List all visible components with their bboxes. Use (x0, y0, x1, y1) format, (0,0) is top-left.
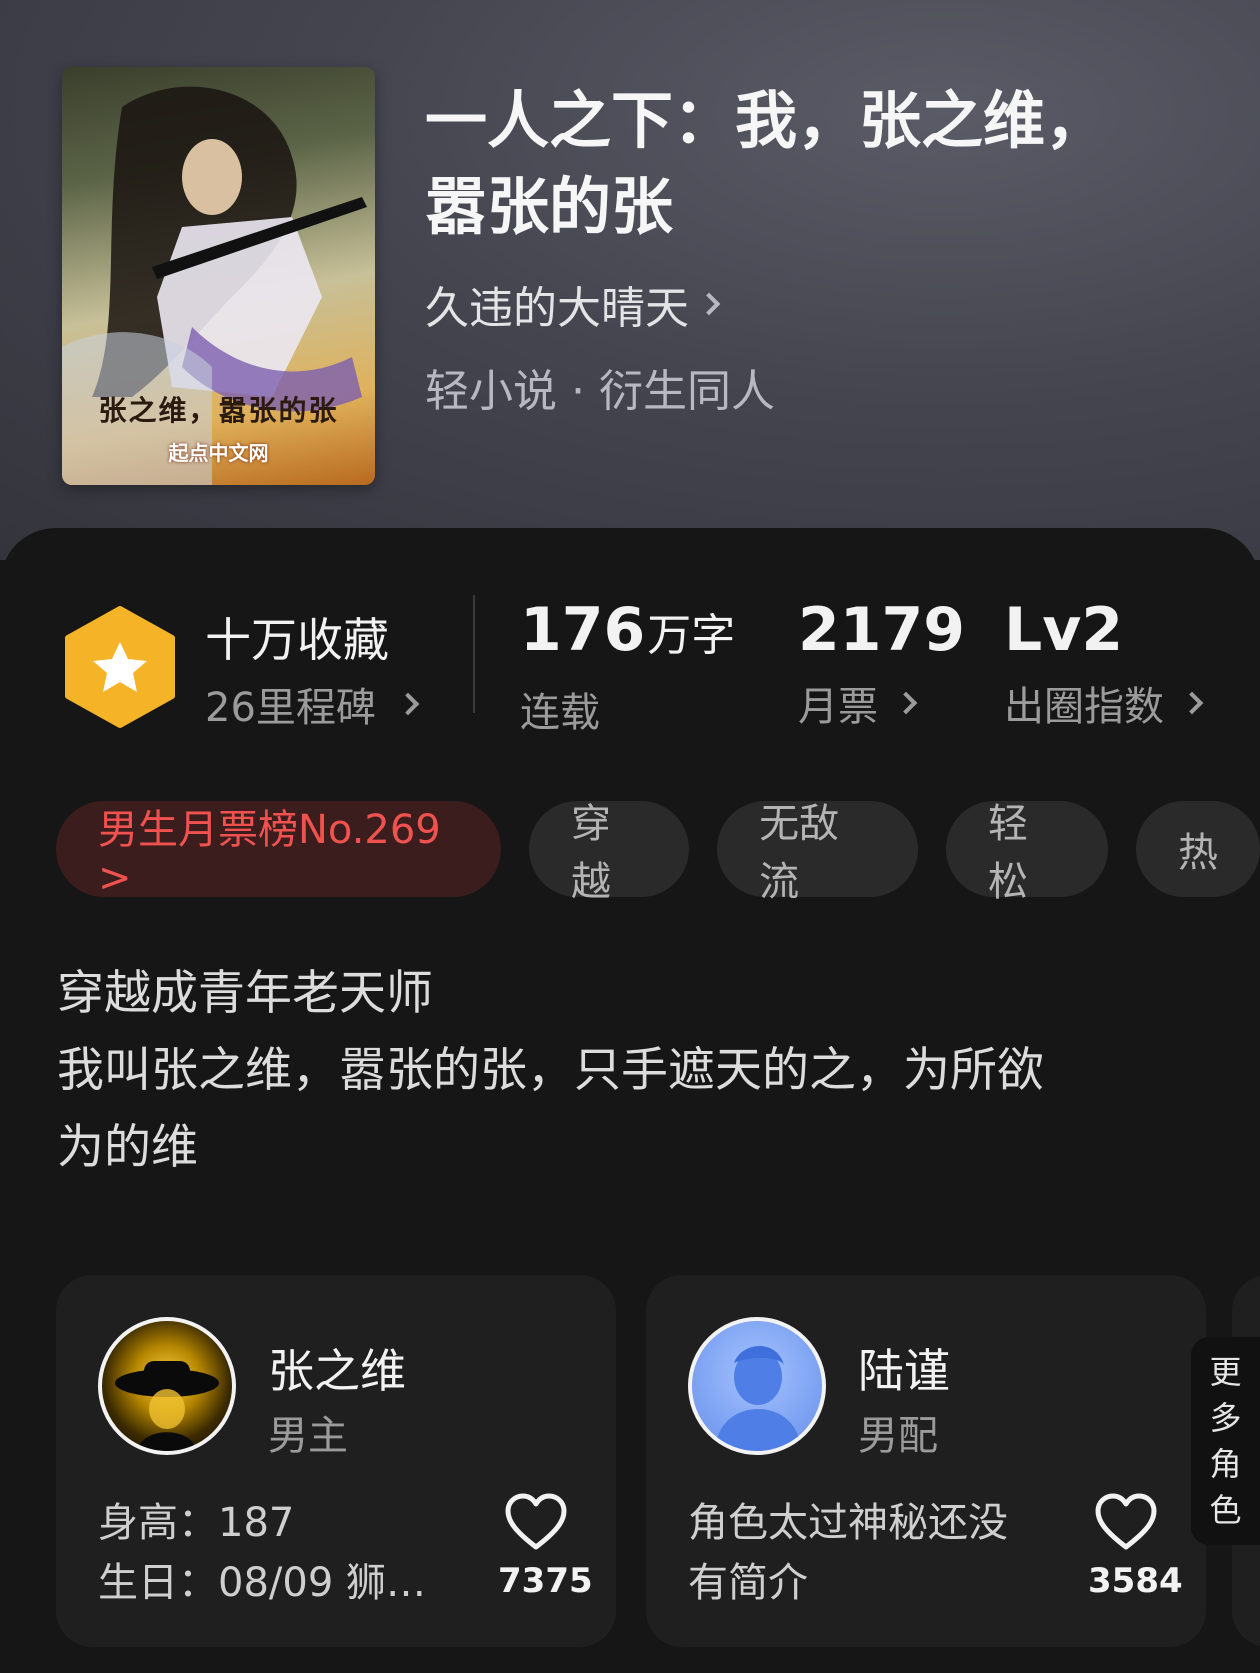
chevron-right-icon (396, 692, 420, 716)
role-description-line: 身高：187 (98, 1500, 295, 1546)
word-count-value: 176 (520, 595, 646, 665)
monthly-ticket-stat[interactable]: 2179 月票 (798, 598, 965, 732)
book-title-line1: 一人之下：我，张之维， (425, 84, 1108, 157)
popularity-level: Lv2 (1004, 595, 1124, 665)
author-link[interactable]: 久违的大晴天 (425, 272, 721, 336)
synopsis-line: 我叫张之维，嚣张的张，只手遮天的之，为所欲 (57, 1043, 1044, 1098)
milestone-link[interactable]: 26里程碑 (205, 675, 420, 733)
milestone-label: 26里程碑 (205, 685, 376, 731)
synopsis-line: 穿越成青年老天师 (57, 966, 433, 1021)
popularity-label: 出圈指数 (1004, 684, 1164, 730)
tag-chip[interactable]: 轻松 (946, 801, 1108, 905)
book-genre: 轻小说 · 衍生同人 (425, 366, 775, 417)
rank-tag[interactable]: 男生月票榜No.269 > (56, 801, 501, 901)
author-name: 久违的大晴天 (425, 283, 689, 334)
role-type: 男主 (268, 1413, 348, 1459)
collect-title: 十万收藏 (205, 613, 389, 667)
heart-icon (1095, 1493, 1157, 1550)
chevron-right-icon (697, 292, 721, 316)
chevron-right-icon (1180, 691, 1204, 715)
avatar (98, 1317, 236, 1455)
more-roles-char: 多 (1209, 1399, 1242, 1437)
role-description-line: 角色太过神秘还没 (688, 1500, 1008, 1546)
heart-icon (505, 1493, 567, 1550)
tag-chip[interactable]: 热 (1136, 801, 1260, 897)
serial-status: 连载 (520, 690, 600, 736)
role-name: 陆谨 (858, 1344, 950, 1398)
monthly-ticket-label: 月票 (798, 684, 878, 730)
like-count: 3584 (1088, 1561, 1183, 1601)
word-count-unit: 万字 (647, 610, 736, 661)
synopsis-line: 为的维 (57, 1120, 198, 1175)
like-button[interactable]: 7375 (498, 1493, 593, 1601)
more-roles-char: 更 (1209, 1353, 1242, 1391)
book-cover[interactable]: 张之维，嚣张的张 起点中文网 (62, 67, 375, 485)
more-roles-button[interactable]: 更 多 角 色 (1191, 1337, 1260, 1545)
synopsis[interactable]: 穿越成青年老天师 我叫张之维，嚣张的张，只手遮天的之，为所欲 为的维 (57, 955, 1207, 1186)
monthly-ticket-value: 2179 (798, 595, 965, 665)
book-title-line2: 嚣张的张 (425, 170, 674, 243)
role-type: 男配 (858, 1413, 938, 1459)
book-title: 一人之下：我，张之维， 嚣张的张 (425, 78, 1215, 250)
role-description-line: 生日：08/09 狮… (98, 1560, 426, 1606)
like-button[interactable]: 3584 (1088, 1493, 1183, 1601)
role-card[interactable]: 张之维 男主 身高：187 生日：08/09 狮… 7375 (56, 1275, 616, 1647)
popularity-stat[interactable]: Lv2 出圈指数 (1004, 595, 1204, 732)
default-avatar-icon (714, 1346, 802, 1451)
star-badge-icon (65, 606, 175, 728)
avatar (688, 1317, 826, 1455)
character-portrait-icon (115, 1361, 219, 1451)
tag-row: 男生月票榜No.269 > 穿越 无敌流 轻松 热 (56, 801, 1260, 905)
role-description: 身高：187 生日：08/09 狮… (98, 1493, 458, 1613)
cover-publisher: 起点中文网 (168, 441, 269, 465)
role-card[interactable]: 陆谨 男配 角色太过神秘还没 有简介 3584 (646, 1275, 1206, 1647)
tag-chip[interactable]: 无敌流 (717, 801, 919, 905)
tag-chip[interactable]: 穿越 (529, 801, 690, 905)
stat-divider (473, 595, 475, 713)
role-description: 角色太过神秘还没 有简介 (688, 1493, 1048, 1613)
cover-title: 张之维，嚣张的张 (98, 394, 339, 427)
role-description-line: 有简介 (688, 1560, 808, 1606)
role-name: 张之维 (268, 1344, 406, 1398)
chevron-right-icon (894, 691, 918, 715)
more-roles-char: 色 (1209, 1491, 1242, 1529)
like-count: 7375 (498, 1561, 593, 1601)
more-roles-char: 角 (1209, 1445, 1242, 1483)
word-count-stat: 176万字 连载 (520, 598, 735, 738)
